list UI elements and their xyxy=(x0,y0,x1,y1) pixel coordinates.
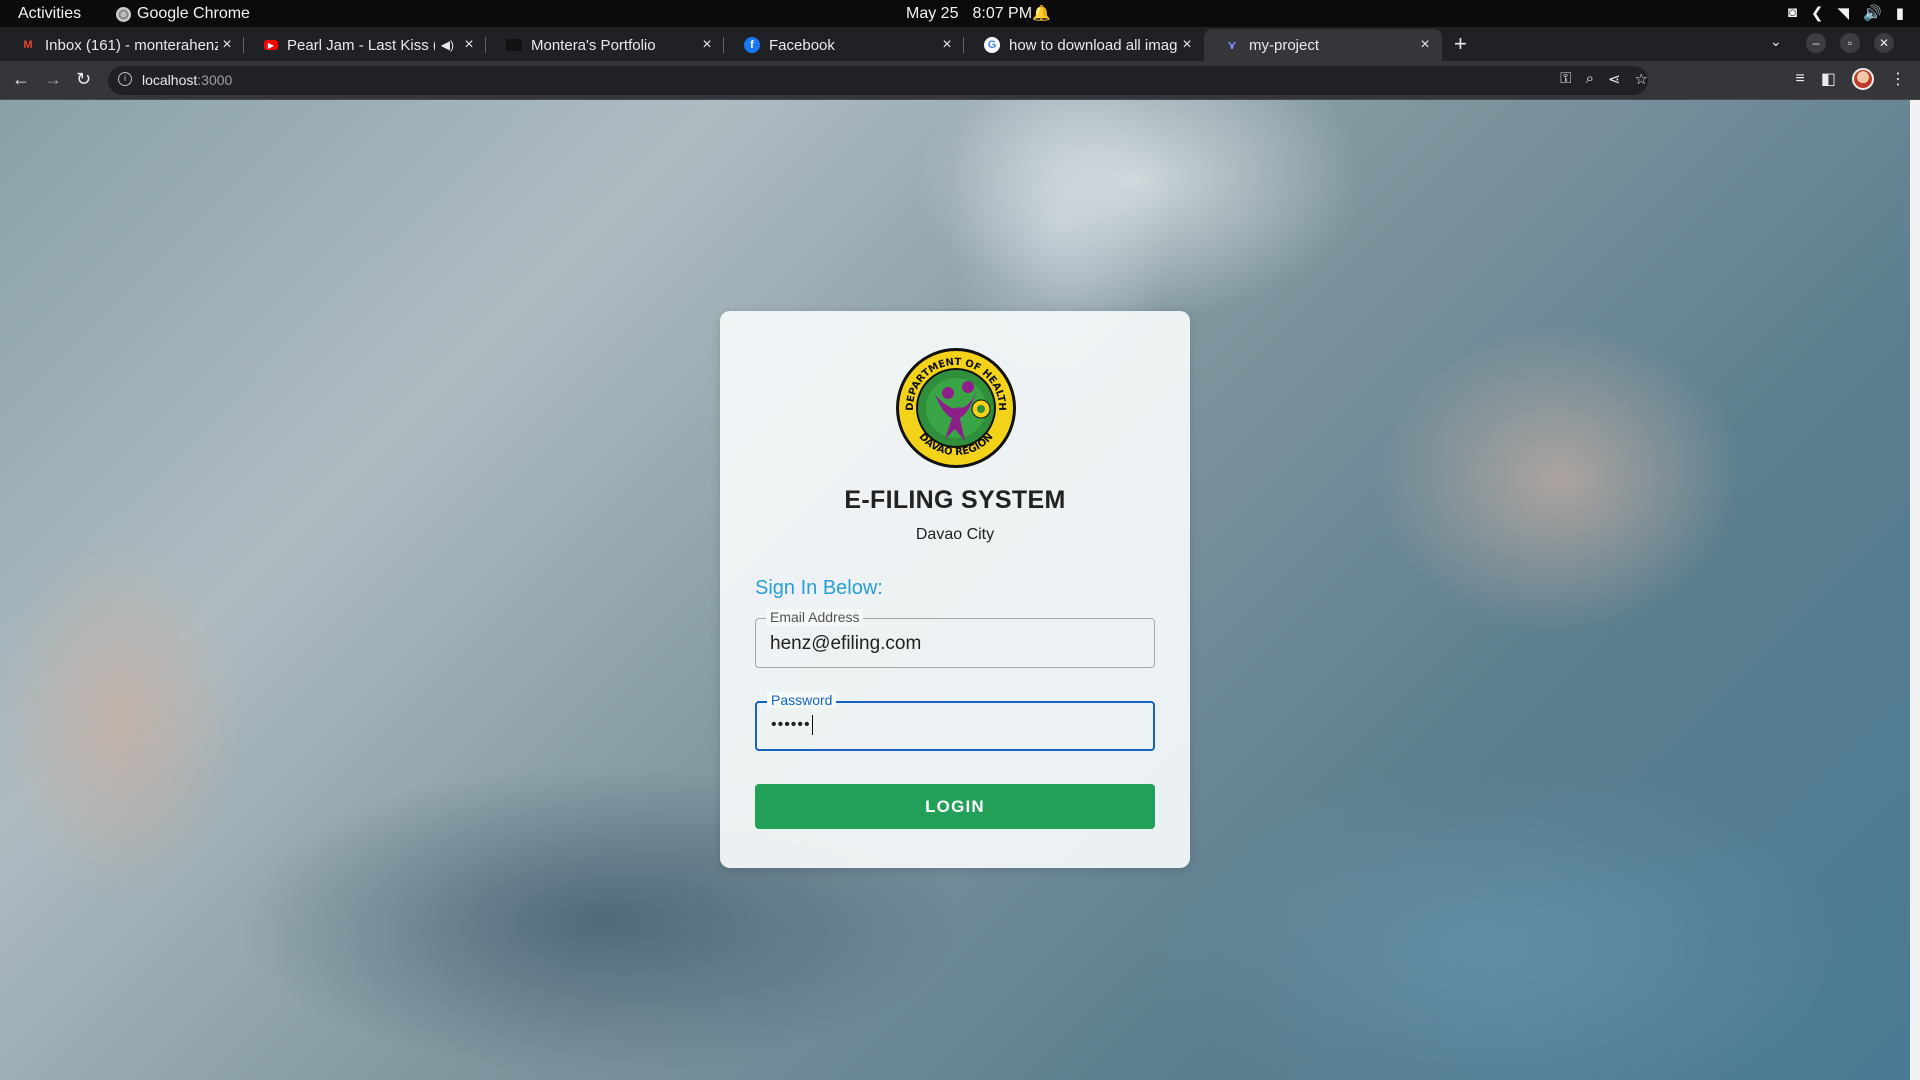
vite-icon: ⋎ xyxy=(1227,38,1237,52)
tab-title: Inbox (161) - monterahenz xyxy=(45,36,218,54)
system-tray[interactable]: ◙ ❮ ◥ 🔊 ▮ xyxy=(1788,4,1904,22)
password-value[interactable]: •••••• xyxy=(771,715,814,735)
text-caret xyxy=(811,715,814,735)
tab-youtube[interactable]: ▶ Pearl Jam - Last Kiss (Official ◀) × xyxy=(244,29,486,61)
reading-list-icon[interactable]: ≡ xyxy=(1796,70,1805,88)
app-name: Google Chrome xyxy=(137,5,250,22)
tab-title: how to download all images xyxy=(1009,36,1178,54)
discord-icon[interactable]: ◙ xyxy=(1788,4,1797,22)
toolbar-actions: ≡ ◧ ⋮ xyxy=(1796,68,1906,90)
side-panel-icon[interactable]: ◧ xyxy=(1821,69,1836,89)
tab-search-chevron-icon[interactable]: ⌄ xyxy=(1770,33,1782,50)
tab-title: Montera's Portfolio xyxy=(531,36,656,54)
clock-time: 8:07 PM xyxy=(972,5,1033,22)
facebook-icon: f xyxy=(744,37,760,53)
tab-my-project[interactable]: ⋎ my-project × xyxy=(1204,29,1442,61)
clock[interactable]: May 25 8:07 PM xyxy=(906,5,1032,23)
email-label: Email Address xyxy=(766,609,864,625)
volume-icon: 🔊 xyxy=(1863,5,1882,22)
chevron-left-icon[interactable]: ❮ xyxy=(1811,4,1824,22)
password-field[interactable]: Password •••••• xyxy=(755,692,1155,751)
window-controls: – ▫ ✕ xyxy=(1806,33,1894,53)
browser-toolbar: ← → ↻ i localhost:3000 ⚿ ⌕ ⋖ ☆ ≡ ◧ ⋮ xyxy=(0,61,1920,100)
chrome-icon xyxy=(116,6,131,22)
minimize-icon[interactable]: – xyxy=(1806,33,1826,53)
new-tab-button[interactable]: + xyxy=(1454,31,1467,57)
doh-davao-seal-logo: DEPARTMENT OF HEALTH DAVAO REGION xyxy=(896,348,1016,468)
reload-icon[interactable]: ↻ xyxy=(76,69,91,90)
close-window-icon[interactable]: ✕ xyxy=(1874,33,1894,53)
battery-icon: ▮ xyxy=(1895,5,1904,22)
app-title: E-FILING SYSTEM xyxy=(844,486,1066,514)
audio-playing-icon[interactable]: ◀) xyxy=(441,38,454,52)
share-icon[interactable]: ⋖ xyxy=(1608,70,1621,88)
app-subtitle: Davao City xyxy=(915,526,995,543)
close-tab-icon[interactable]: × xyxy=(218,36,236,54)
email-value[interactable]: henz@efiling.com xyxy=(770,633,921,655)
close-tab-icon[interactable]: × xyxy=(460,36,478,54)
clock-date: May 25 xyxy=(906,5,959,22)
more-menu-icon[interactable]: ⋮ xyxy=(1890,69,1906,89)
close-tab-icon[interactable]: × xyxy=(938,36,956,54)
page-background: DEPARTMENT OF HEALTH DAVAO REGION E-FILI… xyxy=(0,100,1910,1080)
address-bar[interactable]: i localhost:3000 ⚿ ⌕ ⋖ ☆ xyxy=(108,66,1648,95)
tab-google-search[interactable]: G how to download all images × xyxy=(964,29,1204,61)
google-icon: G xyxy=(984,37,1000,53)
system-top-bar: Activities Google Chrome May 25 8:07 PM … xyxy=(0,0,1920,27)
tab-facebook[interactable]: f Facebook × xyxy=(724,29,964,61)
forward-arrow-icon[interactable]: → xyxy=(44,69,62,90)
tab-title: Pearl Jam - Last Kiss (Official xyxy=(287,36,435,54)
zoom-icon[interactable]: ⌕ xyxy=(1586,70,1594,88)
tab-portfolio[interactable]: Montera's Portfolio × xyxy=(486,29,724,61)
sign-in-heading: Sign In Below: xyxy=(755,577,883,599)
tab-strip: M Inbox (161) - monterahenz × ▶ Pearl Ja… xyxy=(0,27,1920,61)
url-text[interactable]: localhost:3000 xyxy=(142,72,232,88)
password-label: Password xyxy=(767,692,837,708)
login-card: DEPARTMENT OF HEALTH DAVAO REGION E-FILI… xyxy=(720,311,1190,868)
login-button[interactable]: LOGIN xyxy=(755,784,1155,829)
activities-button[interactable]: Activities xyxy=(18,5,81,23)
close-tab-icon[interactable]: × xyxy=(698,36,716,54)
gmail-icon: M xyxy=(23,39,33,51)
restore-icon[interactable]: ▫ xyxy=(1840,33,1860,53)
site-info-icon[interactable]: i xyxy=(118,72,132,86)
profile-avatar[interactable] xyxy=(1852,68,1874,90)
page-scrollbar[interactable] xyxy=(1910,100,1920,1080)
omnibox-actions: ⚿ ⌕ ⋖ ☆ xyxy=(1560,70,1648,88)
close-tab-icon[interactable]: × xyxy=(1178,36,1196,54)
tab-title: Facebook xyxy=(769,36,835,54)
email-field[interactable]: Email Address henz@efiling.com xyxy=(755,609,1155,668)
key-icon[interactable]: ⚿ xyxy=(1560,70,1571,88)
notification-bell-icon[interactable]: 🔔 xyxy=(1032,4,1051,22)
portfolio-icon xyxy=(506,39,522,51)
tab-title: my-project xyxy=(1249,36,1320,54)
back-arrow-icon[interactable]: ← xyxy=(12,69,30,90)
youtube-icon: ▶ xyxy=(264,40,278,50)
close-tab-icon[interactable]: × xyxy=(1416,36,1434,54)
app-menu[interactable]: Google Chrome xyxy=(116,5,250,23)
bookmark-star-icon[interactable]: ☆ xyxy=(1635,70,1648,88)
wifi-icon: ◥ xyxy=(1837,5,1850,22)
tab-gmail[interactable]: M Inbox (161) - monterahenz × xyxy=(0,29,244,61)
